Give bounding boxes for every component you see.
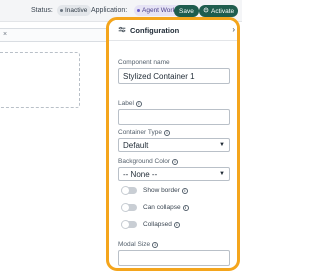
component-name-label-text: Component name bbox=[118, 59, 170, 66]
info-icon[interactable]: i bbox=[163, 129, 170, 136]
component-name-label: Component name bbox=[118, 59, 170, 66]
configuration-header: Configuration › bbox=[109, 20, 237, 41]
container-type-select[interactable]: Default ▼ bbox=[118, 138, 230, 152]
activate-button[interactable]: Activate bbox=[199, 5, 239, 17]
status-badge: Inactive bbox=[57, 5, 92, 16]
info-icon[interactable]: i bbox=[152, 241, 159, 248]
save-button[interactable]: Save bbox=[174, 5, 199, 17]
collapsed-label: Collapsed i bbox=[143, 221, 180, 228]
show-border-toggle[interactable] bbox=[121, 186, 137, 195]
container-drop-zone[interactable] bbox=[0, 52, 80, 108]
builder-canvas: × bbox=[0, 22, 112, 273]
application-dot-icon bbox=[137, 9, 140, 12]
status-badge-text: Inactive bbox=[65, 7, 88, 14]
status-dot-icon bbox=[60, 9, 63, 12]
container-type-label: Container Type i bbox=[118, 129, 170, 136]
can-collapse-toggle[interactable] bbox=[121, 203, 137, 212]
info-icon[interactable]: i bbox=[181, 187, 188, 194]
power-icon bbox=[203, 7, 209, 15]
modal-size-label-text: Modal Size bbox=[118, 241, 151, 248]
can-collapse-toggle-row: Can collapse i bbox=[121, 203, 189, 212]
info-icon[interactable]: i bbox=[173, 221, 180, 228]
container-type-value: Default bbox=[123, 140, 149, 150]
label-field-label-text: Label bbox=[118, 100, 134, 107]
background-color-value: -- None -- bbox=[123, 169, 158, 179]
show-border-label-text: Show border bbox=[143, 187, 180, 194]
configuration-title: Configuration bbox=[130, 25, 180, 35]
canvas-section-bar: × bbox=[0, 28, 112, 42]
save-button-label: Save bbox=[179, 7, 194, 15]
status-label: Status: bbox=[31, 7, 53, 14]
show-border-label: Show border i bbox=[143, 187, 188, 194]
modal-size-label: Modal Size i bbox=[118, 241, 159, 248]
show-border-toggle-row: Show border i bbox=[121, 186, 188, 195]
can-collapse-label: Can collapse i bbox=[143, 204, 189, 211]
caret-down-icon: ▼ bbox=[219, 142, 225, 148]
toggle-knob bbox=[121, 186, 130, 195]
collapsed-toggle[interactable] bbox=[121, 220, 137, 229]
component-name-input[interactable] bbox=[118, 68, 230, 84]
chevron-right-icon[interactable]: › bbox=[232, 25, 235, 34]
sliders-icon bbox=[118, 26, 126, 35]
toggle-knob bbox=[121, 203, 130, 212]
label-input[interactable] bbox=[118, 109, 230, 125]
caret-down-icon: ▼ bbox=[219, 171, 225, 177]
activate-button-label: Activate bbox=[211, 7, 235, 15]
collapsed-label-text: Collapsed bbox=[143, 221, 172, 228]
toggle-knob bbox=[121, 220, 130, 229]
label-field-label: Label i bbox=[118, 100, 142, 107]
can-collapse-label-text: Can collapse bbox=[143, 204, 181, 211]
info-icon[interactable]: i bbox=[182, 204, 189, 211]
background-color-label-text: Background Color bbox=[118, 158, 171, 165]
configuration-panel: Configuration › Component name Label i C… bbox=[106, 17, 240, 271]
modal-size-input[interactable] bbox=[118, 250, 230, 266]
container-type-label-text: Container Type bbox=[118, 129, 162, 136]
close-icon[interactable]: × bbox=[3, 31, 7, 38]
info-icon[interactable]: i bbox=[172, 158, 179, 165]
collapsed-toggle-row: Collapsed i bbox=[121, 220, 180, 229]
application-label: Application: bbox=[91, 7, 128, 14]
background-color-label: Background Color i bbox=[118, 158, 179, 165]
info-icon[interactable]: i bbox=[135, 100, 142, 107]
background-color-select[interactable]: -- None -- ▼ bbox=[118, 167, 230, 181]
